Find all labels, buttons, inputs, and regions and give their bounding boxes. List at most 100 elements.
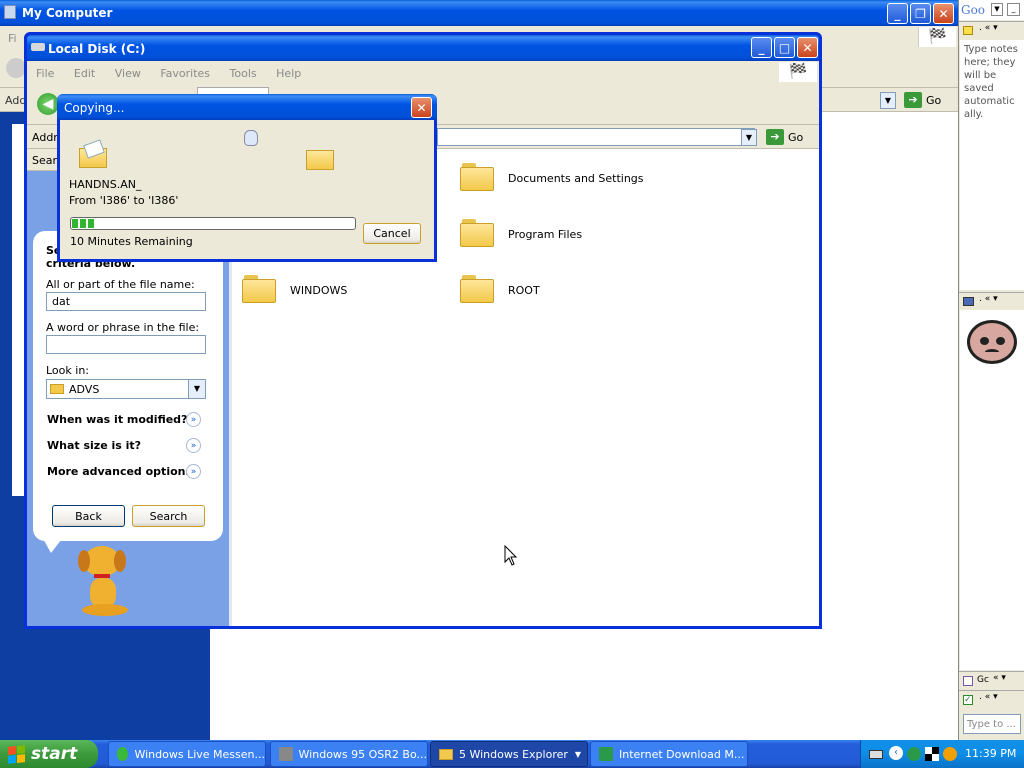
win95-icon [279,747,293,761]
explorer-maximize-button[interactable]: □ [774,37,795,58]
folder-root[interactable]: ROOT [460,271,660,311]
taskbar-item-idm[interactable]: Internet Download M... [590,741,748,767]
copying-titlebar[interactable]: Copying... ✕ [57,94,437,120]
chevron-down-icon[interactable]: » [186,464,201,479]
checkbox-icon: ✓ [963,695,973,705]
gadget-options-icon[interactable]: . « ▾ [979,294,998,304]
folder-program-files[interactable]: Program Files [460,215,660,255]
option-size[interactable]: What size is it? [47,439,141,452]
todo-gadget-bar: ✓ . « ▾ [959,690,1024,708]
restore-button[interactable]: ❐ [910,3,931,24]
explorer-go-icon[interactable]: ➔ [766,129,784,145]
search-dog-icon[interactable] [74,546,136,618]
explorer-close-button[interactable]: ✕ [797,37,818,58]
back-button[interactable]: Back [52,505,125,527]
taskbar-item-win95[interactable]: Windows 95 OSR2 Bo... [270,741,428,767]
messenger-icon [117,747,129,761]
minimize-button[interactable]: _ [887,3,908,24]
notes-area[interactable]: Type notes here; they will be saved auto… [960,40,1024,290]
time-remaining: 10 Minutes Remaining [70,235,193,248]
picture-icon [963,297,974,306]
google-logo-text: Goo [961,3,986,17]
todo-input[interactable]: Type to ... [963,714,1021,734]
info-icon[interactable] [943,747,957,761]
look-in-value: ADVS [69,382,100,396]
look-in-dropdown[interactable]: ▼ [188,380,205,398]
search-button[interactable]: Search [132,505,205,527]
start-button[interactable]: start [0,740,98,768]
menu-file-partial[interactable]: Fi [8,32,17,45]
drive-icon [31,43,45,51]
gadget-options-icon[interactable]: « ▾ [993,673,1006,683]
taskbar-item-messenger[interactable]: Windows Live Messen... [108,741,266,767]
windows-logo-icon [8,744,25,764]
menu-tools[interactable]: Tools [230,67,257,80]
folder-icon [460,161,494,191]
windows-sidebar: Goo ▼ _ . « ▾ Type notes here; they will… [958,0,1024,740]
chevron-down-icon[interactable]: » [186,412,201,427]
taskbar-item-explorer-group[interactable]: 5 Windows Explorer ▼ [430,741,588,767]
explorer-titlebar[interactable]: Local Disk (C:) _ □ ✕ [27,35,819,61]
address-dropdown[interactable]: ▼ [880,92,896,109]
calendar-icon [963,676,973,686]
taskbar-item-label: Windows 95 OSR2 Bo... [298,747,427,761]
photo-area [960,310,1024,670]
copying-title: Copying... [64,101,125,115]
folder-icon [460,217,494,247]
taskbar-item-label: 5 Windows Explorer [459,747,568,761]
menu-edit[interactable]: Edit [74,67,95,80]
explorer-go-label[interactable]: Go [788,131,803,144]
network-icon[interactable] [907,747,921,761]
menu-favorites[interactable]: Favorites [160,67,210,80]
look-in-select[interactable]: ADVS [46,379,206,399]
system-tray: ‹ 11:39 PM [860,740,1024,768]
back-button-icon[interactable]: ◀ [37,93,59,115]
taskbar-item-label: Internet Download M... [619,747,745,761]
small-folder-icon [50,384,64,394]
look-in-label: Look in: [46,364,89,377]
cancel-button[interactable]: Cancel [363,223,421,244]
my-computer-titlebar[interactable]: My Computer _ ❐ ✕ [0,0,958,26]
gadget-options-icon[interactable]: . « ▾ [979,692,998,702]
option-modified[interactable]: When was it modified? [47,413,187,426]
menu-view[interactable]: View [115,67,141,80]
close-button[interactable]: ✕ [933,3,954,24]
folder-label: Program Files [508,228,583,241]
explorer-address-input[interactable] [437,128,755,146]
flying-paper-icon [244,130,258,146]
tray-expand-icon[interactable]: ‹ [889,746,903,760]
go-arrow-icon[interactable]: ➔ [904,92,922,108]
explorer-windows-logo: 🏁 [779,62,817,82]
google-minimize-button[interactable]: _ [1007,3,1020,16]
back-arrow-icon[interactable] [6,58,26,78]
folder-documents-and-settings[interactable]: Documents and Settings [460,159,660,199]
option-advanced[interactable]: More advanced options [47,465,192,478]
idm-icon [599,747,613,761]
folder-label: WINDOWS [290,284,348,297]
google-menu-dropdown[interactable]: ▼ [991,3,1003,16]
explorer-address-dropdown[interactable]: ▼ [741,129,757,146]
copying-from-to: From 'I386' to 'I386' [69,194,179,207]
note-icon [963,26,973,35]
menu-help[interactable]: Help [276,67,301,80]
chevron-down-icon[interactable]: » [186,438,201,453]
keyboard-icon[interactable] [869,750,883,759]
phrase-label: A word or phrase in the file: [46,321,200,334]
go-label[interactable]: Go [926,94,941,107]
copy-progress-bar [70,217,356,230]
explorer-minimize-button[interactable]: _ [751,37,772,58]
checker-icon[interactable] [925,747,939,761]
mouse-cursor-icon [504,545,518,566]
copying-close-button[interactable]: ✕ [411,97,432,118]
folder-label: Documents and Settings [508,172,644,185]
gadget-options-icon[interactable]: . « ▾ [979,23,998,33]
phrase-input[interactable] [46,335,206,354]
copying-body: HANDNS.AN_ From 'I386' to 'I386' 10 Minu… [60,120,434,259]
copying-dialog: Copying... ✕ HANDNS.AN_ From 'I386' to '… [57,94,437,262]
explorer-title: Local Disk (C:) [48,42,146,56]
folder-icon [460,273,494,303]
taskbar-clock: 11:39 PM [965,747,1017,760]
file-name-input[interactable]: dat [46,292,206,311]
folder-windows[interactable]: WINDOWS [242,271,442,311]
menu-file[interactable]: File [36,67,54,80]
